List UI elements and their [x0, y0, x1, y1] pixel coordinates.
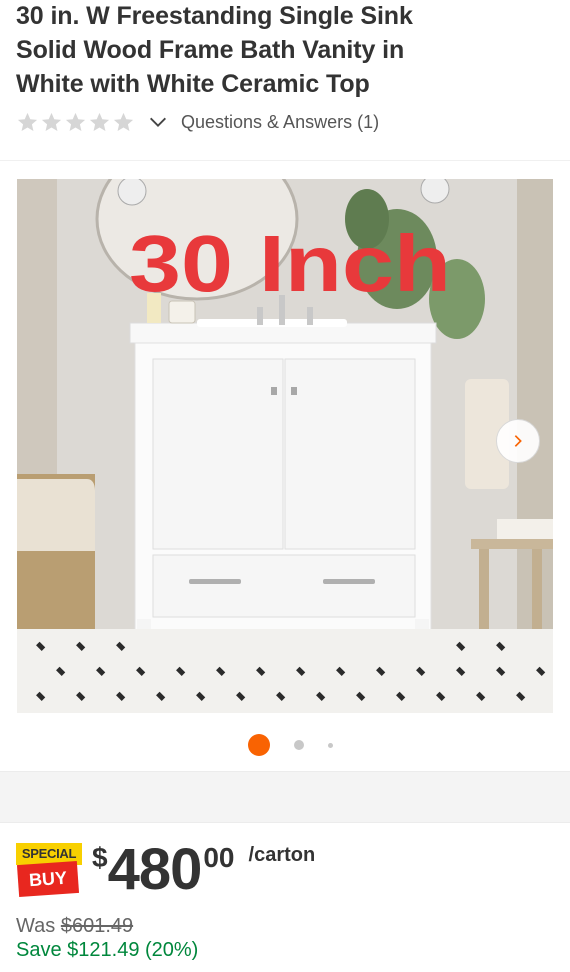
price-cents: 00 [203, 842, 235, 873]
chevron-right-icon [514, 435, 522, 447]
star-icon [113, 112, 134, 131]
carousel-indicator [0, 734, 570, 756]
carousel-dot[interactable] [293, 740, 304, 750]
next-image-button[interactable] [496, 419, 540, 463]
image-gallery: 30 Inch [0, 161, 570, 771]
special-buy-badge: SPECIAL BUY [16, 843, 82, 901]
was-label: Was [16, 915, 56, 937]
chevron-down-icon[interactable] [147, 111, 169, 133]
price-unit: /carton [248, 844, 316, 866]
carousel-dot[interactable] [327, 742, 333, 748]
image-overlay-text: 30 Inch [129, 219, 451, 308]
title-line-3: White with White Ceramic Top [16, 70, 370, 98]
title-line-2: Solid Wood Frame Bath Vanity in [16, 36, 405, 64]
rating-row: Questions & Answers (1) [16, 105, 554, 139]
star-icon [65, 112, 86, 131]
price-currency: $ [92, 842, 108, 873]
product-image[interactable]: 30 Inch [17, 179, 553, 713]
product-header: 30 in. W Freestanding Single Sink Solid … [0, 0, 570, 139]
header-divider [0, 139, 570, 161]
star-icon [41, 112, 62, 131]
star-icon [89, 112, 110, 131]
questions-answers-link[interactable]: Questions & Answers (1) [181, 112, 379, 133]
was-price: Was $601.49 [16, 915, 133, 938]
star-icon [17, 112, 38, 131]
savings-text: Save $121.49 (20%) [16, 939, 199, 961]
price-dollars: 480 [107, 837, 203, 902]
star-rating[interactable] [16, 111, 135, 134]
current-price: $ 480 00 /carton [92, 839, 315, 901]
was-price-value: $601.49 [60, 915, 134, 937]
section-spacer [0, 771, 570, 823]
carousel-dot-active[interactable] [247, 734, 270, 756]
vanity-photo: 30 Inch [17, 179, 553, 713]
product-title: 30 in. W Freestanding Single Sink Solid … [16, 0, 554, 101]
title-line-1: 30 in. W Freestanding Single Sink [16, 2, 413, 30]
badge-bottom-text: BUY [16, 860, 80, 898]
price-block: SPECIAL BUY $ 480 00 /carton Was $601.49… [0, 823, 570, 972]
